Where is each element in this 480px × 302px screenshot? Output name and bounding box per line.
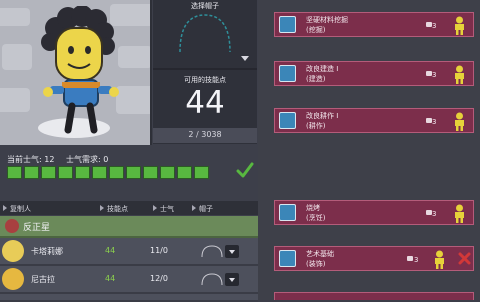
hat-selector-title: 选择帽子 <box>191 2 219 10</box>
morale-segment <box>160 166 175 179</box>
skill-category: (挖掘) <box>306 26 326 34</box>
available-skill-points: 可用的技能点 44 2 / 3038 <box>153 70 257 144</box>
colony-group-row[interactable]: 反正星 <box>0 216 258 238</box>
morale-segment <box>58 166 73 179</box>
skill-category: (耕作) <box>306 122 326 130</box>
experience-text: 2 / 3038 <box>188 130 222 139</box>
skill-category: (装饰) <box>306 260 326 268</box>
left-panel: 选择帽子 可用的技能点 44 2 / 3038 当前士气: 12 士气需求: 0… <box>0 0 258 302</box>
sort-by-name[interactable]: 复制人 <box>3 204 31 214</box>
morale-segment <box>194 166 209 179</box>
hat-selector[interactable]: 选择帽子 <box>153 0 257 70</box>
skill-category: (烹饪) <box>306 214 326 222</box>
skill-name: 改良耕作 I <box>306 112 339 120</box>
sort-by-morale[interactable]: 士气 <box>153 204 174 214</box>
experience-bar: 2 / 3038 <box>153 128 257 143</box>
hand-icon <box>407 256 413 261</box>
duplicant-morale: 12/0 <box>150 274 168 283</box>
morale-bar <box>7 166 233 179</box>
morale-segment <box>177 166 192 179</box>
skill-count: 3 <box>432 118 437 126</box>
hat-dropdown[interactable] <box>225 245 239 258</box>
duplicant-morale: 11/0 <box>150 246 168 255</box>
morale-segment <box>143 166 158 179</box>
skill-card[interactable]: 坚硬材料挖掘 (挖掘) 3 <box>274 12 474 37</box>
sort-icon <box>3 205 7 211</box>
duplicant-points: 44 <box>105 246 116 255</box>
sort-icon <box>153 205 157 211</box>
sort-by-hat[interactable]: 帽子 <box>192 204 213 214</box>
skill-count: 3 <box>432 71 437 79</box>
empty-hat-icon <box>201 273 223 285</box>
chevron-down-icon <box>229 278 235 282</box>
morale-segment <box>109 166 124 179</box>
avatar <box>2 240 24 262</box>
duplicant-points: 44 <box>105 274 116 283</box>
plant-icon <box>279 112 296 129</box>
skill-name: 烧烤 <box>306 204 320 212</box>
skill-card[interactable] <box>274 292 474 300</box>
sort-by-points[interactable]: 技能点 <box>100 204 128 214</box>
hat-dropdown-arrow-icon[interactable] <box>241 56 249 61</box>
skill-name: 坚硬材料挖掘 <box>306 16 348 24</box>
paintbrush-icon <box>279 250 296 267</box>
skill-card[interactable]: 改良建造 I (建造) 3 <box>274 61 474 86</box>
person-icon <box>455 112 464 131</box>
duplicant-name: 尼古拉 <box>31 275 55 284</box>
avatar <box>2 268 24 290</box>
group-name: 反正星 <box>23 223 51 233</box>
morale-panel: 当前士气: 12 士气需求: 0 <box>0 148 258 198</box>
x-icon <box>458 252 471 265</box>
person-icon <box>455 16 464 35</box>
skill-card[interactable]: 艺术基础 (装饰) 3 <box>274 246 474 271</box>
person-icon <box>455 65 464 84</box>
skill-category: (建造) <box>306 75 326 83</box>
sort-icon <box>100 205 104 211</box>
morale-segment <box>24 166 39 179</box>
duplicant-portrait <box>0 0 152 145</box>
morale-segment <box>92 166 107 179</box>
morale-segment <box>126 166 141 179</box>
skill-card[interactable]: 烧烤 (烹饪) 3 <box>274 200 474 225</box>
duplicant-figure <box>41 6 119 134</box>
skill-tree-panel: 坚硬材料挖掘 (挖掘) 3 改良建造 I (建造) 3 改良耕作 I (耕作) … <box>258 0 480 300</box>
duplicant-name: 卡塔莉娜 <box>31 247 63 256</box>
skill-points-value: 44 <box>185 85 225 121</box>
asteroid-icon <box>5 219 19 233</box>
skill-points-label: 可用的技能点 <box>184 76 226 84</box>
skill-card[interactable]: 改良耕作 I (耕作) 3 <box>274 108 474 133</box>
empty-hat-icon <box>201 245 223 257</box>
grill-icon <box>279 204 296 221</box>
duplicant-row[interactable]: 尼古拉 44 12/0 <box>0 266 258 294</box>
morale-segment <box>41 166 56 179</box>
duplicant-list-header: 复制人 技能点 士气 帽子 <box>0 201 258 215</box>
skill-count: 3 <box>414 256 419 264</box>
sort-icon <box>192 205 196 211</box>
skill-count: 3 <box>432 22 437 30</box>
hat-dropdown[interactable] <box>225 273 239 286</box>
person-icon <box>455 204 464 223</box>
current-morale-label: 当前士气: 12 <box>7 155 55 164</box>
wrench-icon <box>279 65 296 82</box>
person-icon <box>435 250 444 269</box>
chevron-down-icon <box>229 250 235 254</box>
morale-segment <box>75 166 90 179</box>
morale-requirement-label: 士气需求: 0 <box>66 155 109 164</box>
duplicant-row[interactable] <box>0 294 258 302</box>
skill-name: 改良建造 I <box>306 65 339 73</box>
morale-segment <box>7 166 22 179</box>
skill-name: 艺术基础 <box>306 250 334 258</box>
skill-count: 3 <box>432 210 437 218</box>
checkmark-icon <box>236 162 254 178</box>
duplicant-row[interactable]: 卡塔莉娜 44 11/0 <box>0 238 258 266</box>
shovel-icon <box>279 16 296 33</box>
empty-hat-icon <box>179 14 231 53</box>
